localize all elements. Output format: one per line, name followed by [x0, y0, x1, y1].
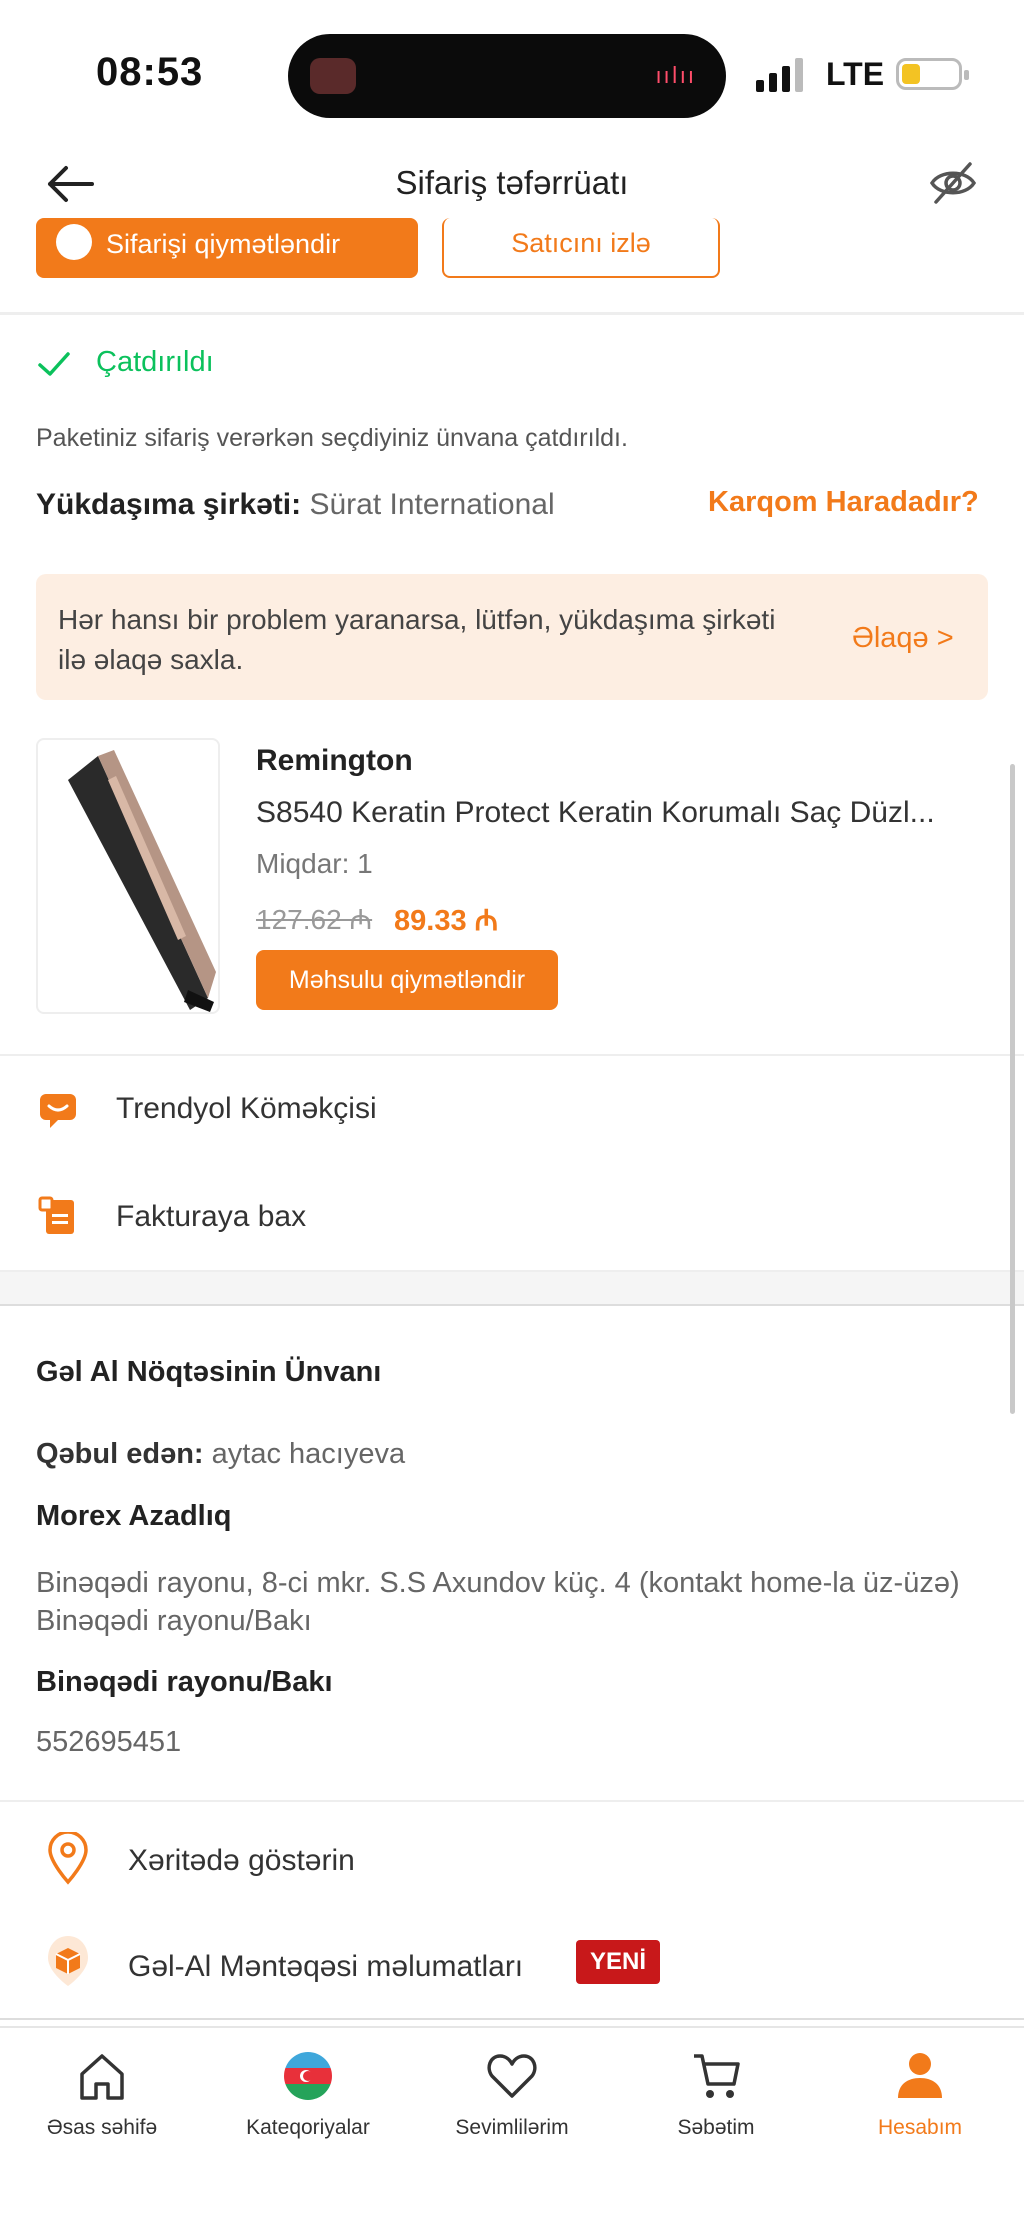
- menu-label: Fakturaya bax: [116, 1200, 307, 1233]
- home-icon: [80, 2054, 124, 2100]
- menu-label: Trendyol Köməkçisi: [116, 1092, 377, 1125]
- audio-wave-icon: ıılıı: [655, 64, 696, 89]
- contact-link[interactable]: Əlaqə >: [852, 622, 954, 655]
- quantity-label: Miqdar:: [256, 848, 350, 879]
- cart-icon: [694, 2054, 740, 2098]
- nav-favorites[interactable]: Sevimlilərim: [422, 2048, 602, 2140]
- nav-label: Kateqoriyalar: [246, 2116, 370, 2139]
- receiver-value: aytac hacıyeva: [211, 1438, 406, 1470]
- menu-item-assistant[interactable]: Trendyol Köməkçisi: [0, 1076, 1024, 1146]
- checkmark-icon: [38, 352, 70, 376]
- old-price: 127.62 ₼: [256, 904, 373, 935]
- menu-item-invoice[interactable]: Fakturaya bax: [0, 1184, 1024, 1254]
- show-on-map-label: Xəritədə göstərin: [128, 1844, 355, 1877]
- network-type: LTE: [826, 56, 885, 92]
- nav-home[interactable]: Əsas səhifə: [12, 2048, 192, 2140]
- rate-order-label: Sifarişi qiymətləndir: [106, 229, 341, 259]
- new-badge: YENİ: [576, 1940, 660, 1984]
- product-name[interactable]: S8540 Keratin Protect Keratin Korumalı S…: [256, 796, 982, 830]
- pickup-address-card: [0, 1304, 1024, 2020]
- eye-off-icon[interactable]: [928, 158, 978, 208]
- signal-icon: [756, 58, 803, 92]
- azerbaijan-flag-icon: [284, 2052, 332, 2100]
- map-pin-icon: [48, 1832, 88, 1885]
- section-gap: [0, 1270, 1024, 1304]
- product-image[interactable]: [36, 738, 220, 1014]
- product-quantity: Miqdar: 1: [256, 848, 373, 880]
- dynamic-island: ıılıı: [288, 34, 726, 118]
- heart-icon: [487, 2054, 537, 2098]
- media-thumbnail-icon: [310, 58, 356, 94]
- address-phone: 552695451: [36, 1726, 182, 1758]
- invoice-icon: [38, 1196, 74, 1234]
- rate-order-button[interactable]: Sifarişi qiymətləndir: [36, 218, 418, 278]
- follow-seller-button[interactable]: Satıcını izlə: [442, 218, 720, 278]
- address-line: Binəqədi rayonu, 8-ci mkr. S.S Axundov k…: [36, 1567, 960, 1637]
- status-time: 08:53: [96, 50, 204, 94]
- rate-product-button[interactable]: Məhsulu qiymətləndir: [256, 950, 558, 1010]
- address-title: Gəl Al Nöqtəsinin Ünvanı: [36, 1356, 382, 1388]
- new-price: 89.33 ₼: [394, 905, 499, 937]
- quantity-value: 1: [357, 848, 373, 879]
- product-brand: Remington: [256, 744, 413, 777]
- chat-assistant-icon: [40, 1094, 76, 1128]
- carrier-value: Sürat International: [309, 488, 555, 521]
- address-city: Binəqədi rayonu/Bakı: [36, 1666, 333, 1698]
- delivery-status: Çatdırıldı: [96, 346, 214, 378]
- receiver-label: Qəbul edən:: [36, 1438, 204, 1470]
- divider: [0, 1054, 1024, 1056]
- carrier-label: Yükdaşıma şirkəti:: [36, 488, 302, 521]
- account-icon: [898, 2053, 942, 2098]
- nav-label: Əsas səhifə: [46, 2116, 158, 2139]
- track-package-link[interactable]: Karqom Haradadır?: [708, 486, 979, 519]
- pickup-point-info-row[interactable]: Gəl-Al Məntəqəsi məlumatları: [0, 1930, 1024, 2000]
- divider: [0, 1800, 1024, 1802]
- battery-icon: [896, 58, 969, 90]
- show-on-map-row[interactable]: Xəritədə göstərin: [0, 1826, 1024, 1896]
- nav-label: Hesabım: [877, 2116, 963, 2139]
- carrier-info: Yükdaşıma şirkəti: Sürat International: [36, 488, 555, 522]
- delivery-message: Paketiniz sifariş verərkən seçdiyiniz ün…: [36, 424, 628, 452]
- nav-categories[interactable]: Kateqoriyalar: [218, 2048, 398, 2140]
- hair-straightener-image: [68, 750, 216, 1012]
- receiver-info: Qəbul edən: aytac hacıyeva: [36, 1438, 405, 1471]
- pickup-point-name: Morex Azadlıq: [36, 1500, 232, 1532]
- package-icon: [48, 1936, 88, 1986]
- divider: [0, 312, 1024, 315]
- rating-icon: [56, 224, 92, 260]
- notice-text: Hər hansı bir problem yaranarsa, lütfən,…: [58, 604, 776, 675]
- nav-account[interactable]: Hesabım: [830, 2048, 1010, 2140]
- nav-label: Səbətim: [677, 2116, 755, 2139]
- nav-cart[interactable]: Səbətim: [626, 2048, 806, 2140]
- pickup-point-info-label: Gəl-Al Məntəqəsi məlumatları: [128, 1950, 524, 1983]
- scrollbar[interactable]: [1010, 764, 1015, 1414]
- nav-label: Sevimlilərim: [455, 2116, 569, 2139]
- page-title-overlay: Sifariş təfərrüatı: [395, 164, 629, 201]
